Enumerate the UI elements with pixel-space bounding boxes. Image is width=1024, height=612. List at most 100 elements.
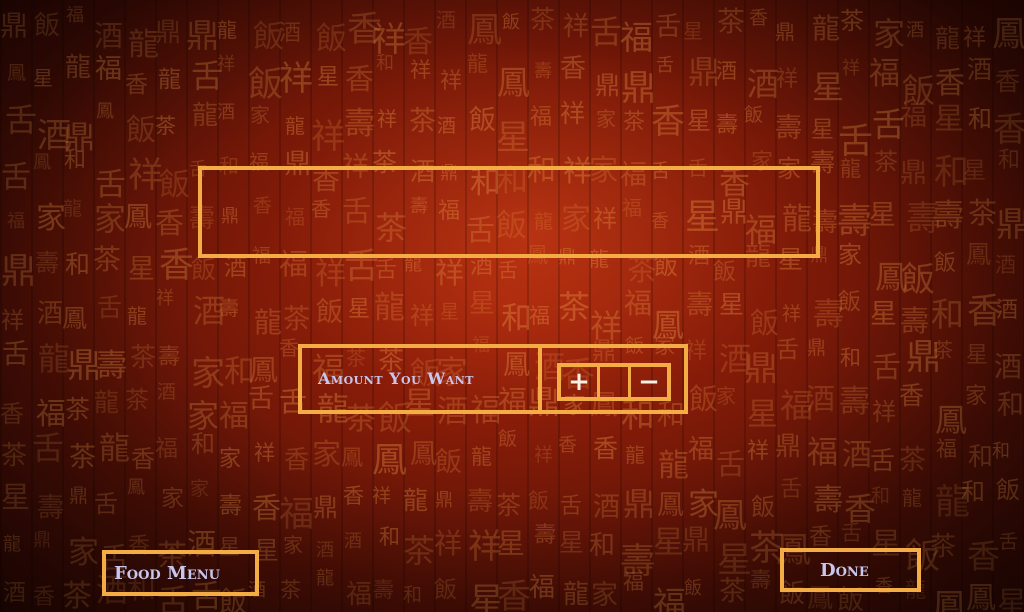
calligraphy-glyph: 飯 xyxy=(934,251,957,276)
calligraphy-glyph: 星 xyxy=(497,527,526,560)
calligraphy-glyph: 茶 xyxy=(496,491,522,520)
calligraphy-glyph: 鼎 xyxy=(688,53,721,91)
calligraphy-glyph: 龍 xyxy=(840,157,861,181)
calligraphy-glyph: 鳳 xyxy=(467,11,503,51)
calligraphy-glyph: 鳳 xyxy=(124,200,153,233)
calligraphy-glyph: 和 xyxy=(376,53,394,74)
calligraphy-glyph: 鳳 xyxy=(372,441,408,481)
calligraphy-glyph: 和 xyxy=(501,301,532,337)
calligraphy-glyph: 壽 xyxy=(37,493,64,524)
calligraphy-glyph: 福 xyxy=(620,18,653,57)
calligraphy-glyph: 祥 xyxy=(747,439,770,464)
calligraphy-glyph: 和 xyxy=(224,354,255,390)
calligraphy-glyph: 鼎 xyxy=(744,349,778,389)
plus-button[interactable]: + xyxy=(561,367,597,397)
calligraphy-glyph: 飯 xyxy=(689,382,719,416)
calligraphy-glyph: 祥 xyxy=(410,302,434,330)
calligraphy-glyph: 福 xyxy=(346,580,373,610)
calligraphy-glyph: 鼎 xyxy=(775,20,795,44)
calligraphy-glyph: 家 xyxy=(596,107,616,131)
calligraphy-glyph: 酒 xyxy=(994,350,1023,383)
amount-divider xyxy=(538,344,542,414)
calligraphy-glyph: 鳳 xyxy=(7,62,27,84)
calligraphy-glyph: 茶 xyxy=(874,148,898,176)
calligraphy-glyph: 茶 xyxy=(719,576,746,607)
calligraphy-glyph: 鳳 xyxy=(992,15,1024,55)
calligraphy-glyph: 福 xyxy=(95,54,122,85)
calligraphy-glyph: 舌 xyxy=(999,531,1019,553)
calligraphy-glyph: 香 xyxy=(558,434,578,456)
calligraphy-glyph: 香 xyxy=(0,400,24,428)
calligraphy-glyph: 星 xyxy=(934,102,964,137)
calligraphy-glyph: 香 xyxy=(995,67,1021,96)
calligraphy-glyph: 舌 xyxy=(780,477,803,502)
calligraphy-glyph: 壽 xyxy=(620,542,656,582)
calligraphy-glyph: 壽 xyxy=(344,106,375,142)
calligraphy-glyph: 鼎 xyxy=(1,252,37,292)
food-menu-label: Food Menu xyxy=(114,562,221,584)
calligraphy-glyph: 茶 xyxy=(62,579,92,612)
calligraphy-glyph: 飯 xyxy=(744,104,764,126)
calligraphy-glyph: 龍 xyxy=(935,24,961,53)
calligraphy-glyph: 壽 xyxy=(716,113,739,138)
calligraphy-glyph: 祥 xyxy=(685,339,708,364)
calligraphy-glyph: 鼎 xyxy=(906,338,942,378)
calligraphy-glyph: 香 xyxy=(560,54,587,84)
calligraphy-glyph: 福 xyxy=(900,101,927,132)
calligraphy-glyph: 茶 xyxy=(530,5,556,34)
calligraphy-glyph: 福 xyxy=(623,570,644,594)
calligraphy-glyph: 星 xyxy=(317,65,340,90)
calligraphy-glyph: 茶 xyxy=(155,114,176,138)
calligraphy-glyph: 香 xyxy=(497,577,531,612)
calligraphy-glyph: 酒 xyxy=(157,381,177,403)
done-button[interactable]: Done xyxy=(780,548,921,592)
calligraphy-glyph: 香 xyxy=(279,336,299,360)
calligraphy-glyph: 茶 xyxy=(125,386,149,414)
calligraphy-glyph: 酒 xyxy=(37,299,64,329)
calligraphy-glyph: 鼎 xyxy=(621,69,657,109)
calligraphy-glyph: 酒 xyxy=(996,298,1019,323)
calligraphy-glyph: 龍 xyxy=(99,431,130,467)
calligraphy-glyph: 鼎 xyxy=(996,205,1024,245)
calligraphy-glyph: 祥 xyxy=(217,54,235,75)
calligraphy-glyph: 福 xyxy=(780,386,813,425)
calligraphy-glyph: 舌 xyxy=(5,101,38,139)
calligraphy-glyph: 星 xyxy=(811,117,834,143)
calligraphy-glyph: 茶 xyxy=(283,304,310,335)
calligraphy-glyph: 香 xyxy=(403,25,433,60)
amount-label: Amount You Want xyxy=(318,369,474,388)
calligraphy-glyph: 龍 xyxy=(217,18,237,42)
calligraphy-glyph: 和 xyxy=(968,105,992,133)
calligraphy-glyph: 福 xyxy=(936,437,957,461)
calligraphy-glyph: 鳳 xyxy=(657,490,684,521)
calligraphy-glyph: 星 xyxy=(719,290,745,319)
calligraphy-glyph: 祥 xyxy=(128,156,164,196)
calligraphy-glyph: 香 xyxy=(967,537,1000,576)
calligraphy-glyph: 祥 xyxy=(254,441,275,465)
food-menu-button[interactable]: Food Menu xyxy=(102,550,259,596)
calligraphy-glyph: 香 xyxy=(252,491,282,525)
calligraphy-glyph: 和 xyxy=(840,346,861,370)
calligraphy-glyph: 星 xyxy=(559,528,585,557)
minus-button[interactable]: − xyxy=(631,367,667,397)
calligraphy-glyph: 龍 xyxy=(38,340,71,378)
calligraphy-glyph: 家 xyxy=(312,437,342,471)
calligraphy-glyph: 茶 xyxy=(840,7,864,35)
calligraphy-glyph: 龍 xyxy=(374,290,405,326)
calligraphy-glyph: 茶 xyxy=(403,532,436,570)
calligraphy-glyph: 和 xyxy=(65,250,91,279)
calligraphy-glyph: 家 xyxy=(191,354,225,394)
calligraphy-glyph: 星 xyxy=(469,582,505,612)
calligraphy-glyph: 壽 xyxy=(837,202,873,242)
calligraphy-glyph: 壽 xyxy=(219,493,242,519)
calligraphy-glyph: 茶 xyxy=(968,196,998,230)
calligraphy-glyph: 龍 xyxy=(285,114,305,138)
calligraphy-glyph: 壽 xyxy=(775,113,802,144)
calligraphy-glyph: 香 xyxy=(159,246,195,286)
calligraphy-glyph: 福 xyxy=(36,397,66,432)
calligraphy-glyph: 祥 xyxy=(468,527,502,567)
calligraphy-glyph: 和 xyxy=(997,390,1024,421)
calligraphy-glyph: 鼎 xyxy=(155,18,182,48)
calligraphy-glyph: 壽 xyxy=(158,345,181,370)
calligraphy-glyph: 酒 xyxy=(719,340,752,378)
